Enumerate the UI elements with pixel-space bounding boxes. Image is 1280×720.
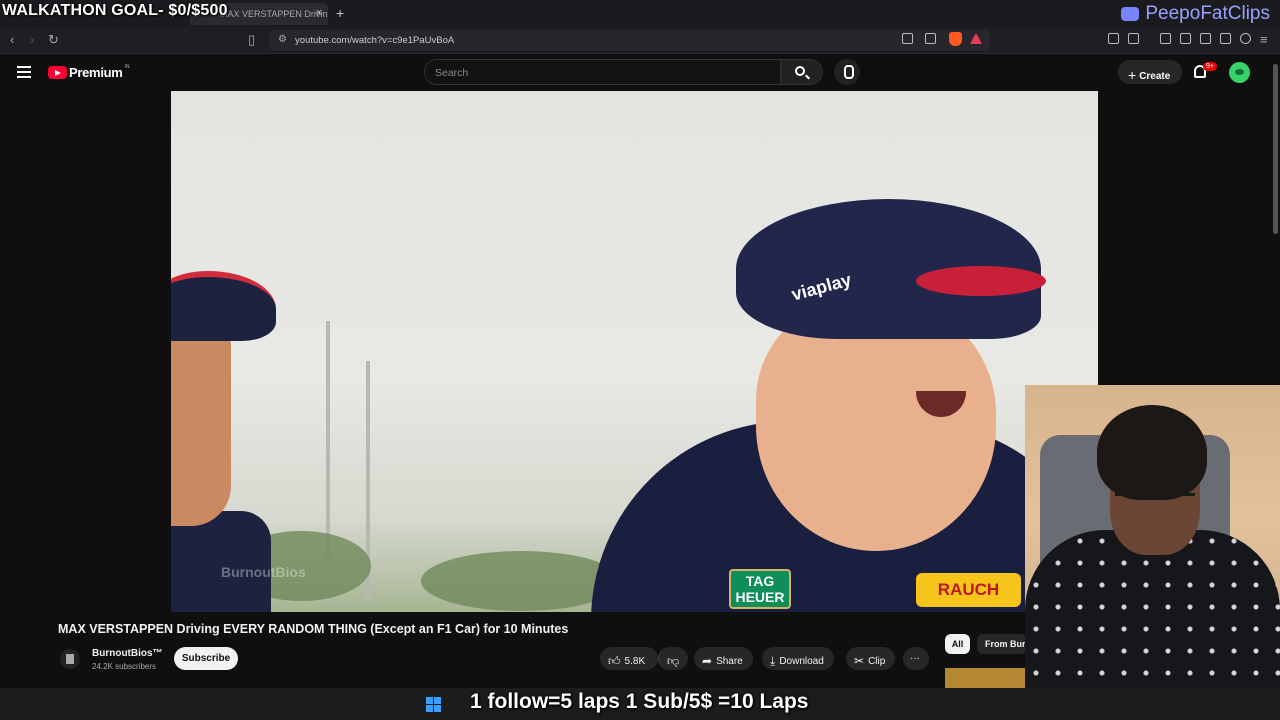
share-icon: ➦: [702, 654, 713, 668]
red-bull-logo: [841, 531, 896, 551]
extensions-icon[interactable]: [1108, 33, 1119, 44]
chip-from-channel[interactable]: From Burn: [977, 634, 1027, 654]
video-title: MAX VERSTAPPEN Driving EVERY RANDOM THIN…: [58, 622, 569, 636]
download-icon: ⤓: [770, 654, 776, 668]
channel-avatar[interactable]: [60, 649, 80, 669]
page-scrollbar[interactable]: [1271, 54, 1280, 234]
brave-shields-icon[interactable]: [949, 32, 962, 46]
dislike-button[interactable]: 👎︎: [658, 647, 688, 670]
notification-badge: 9+: [1203, 62, 1217, 71]
url-text: youtube.com/watch?v=c9e1PaUvBoA: [295, 35, 455, 46]
youtube-premium-logo[interactable]: Premium IN: [48, 63, 130, 80]
stream-goal-overlay: WALKATHON GOAL- $0/$500: [2, 2, 228, 19]
new-tab-icon[interactable]: +: [336, 5, 344, 21]
windows-start-icon[interactable]: [426, 697, 441, 712]
person-left-cap: [171, 271, 276, 341]
share-button[interactable]: ➦ Share: [694, 647, 753, 670]
address-bar[interactable]: ⚙ youtube.com/watch?v=c9e1PaUvBoA: [270, 30, 990, 51]
clip-button[interactable]: ✂ Clip: [846, 647, 896, 670]
more-actions-button[interactable]: ···: [903, 647, 929, 670]
vpn-icon[interactable]: [1240, 33, 1251, 44]
youtube-header: Premium IN Search + Create 9+: [0, 54, 1280, 91]
channel-name[interactable]: BurnoutBios™: [92, 648, 163, 659]
brave-rewards-icon[interactable]: [970, 33, 982, 44]
webcam-glasses: [1115, 493, 1195, 511]
browser-menu-icon[interactable]: ≡: [1260, 32, 1268, 47]
create-label: Create: [1139, 71, 1171, 82]
discord-overlay: PeepoFatClips: [1121, 3, 1270, 25]
leo-icon[interactable]: [1220, 33, 1231, 44]
account-avatar[interactable]: [1229, 62, 1250, 83]
voice-search-icon[interactable]: [834, 59, 860, 85]
site-info-icon[interactable]: ⚙: [278, 34, 287, 45]
bookmark-icon[interactable]: ▯: [248, 32, 255, 48]
youtube-play-icon: [48, 66, 67, 79]
browser-toolbar: ‹ › ↻ ▯ ⚙ youtube.com/watch?v=c9e1PaUvBo…: [0, 27, 1280, 54]
wallet-icon[interactable]: [1200, 33, 1211, 44]
cap-brim: [916, 266, 1046, 296]
hamburger-menu-icon[interactable]: [17, 66, 31, 78]
cast-icon[interactable]: [902, 33, 913, 44]
back-icon[interactable]: ‹: [10, 32, 14, 47]
webcam-hair: [1097, 405, 1207, 500]
reload-icon[interactable]: ↻: [48, 32, 59, 48]
person-left-body: [171, 511, 271, 612]
sidebar-icon[interactable]: [1180, 33, 1191, 44]
logo-text: Premium: [69, 65, 123, 80]
logo-region: IN: [124, 63, 130, 70]
search-button[interactable]: [781, 59, 823, 85]
forward-icon[interactable]: ›: [30, 32, 34, 47]
video-watermark: BurnoutBios: [221, 564, 306, 580]
sponsor-rauch: RAUCH: [916, 573, 1021, 607]
extension-2-icon[interactable]: [1128, 33, 1139, 44]
thumbs-up-icon: 👍︎: [608, 654, 621, 668]
browser-tab-bar: MAX VERSTAPPEN Drivin × + WALKATHON GOAL…: [0, 0, 1280, 27]
share-page-icon[interactable]: [925, 33, 936, 44]
thumbs-down-icon: 👎︎: [667, 654, 680, 668]
download-button[interactable]: ⤓ Download: [762, 647, 834, 670]
download-label: Download: [779, 656, 824, 667]
related-video-thumbnail[interactable]: [945, 668, 1025, 688]
subscribe-button[interactable]: Subscribe: [174, 647, 238, 670]
subscriber-count: 24.2K subscribers: [92, 662, 157, 671]
plus-icon: +: [1128, 67, 1137, 83]
media-icon[interactable]: [1160, 33, 1171, 44]
discord-icon: [1121, 7, 1140, 21]
tab-title: MAX VERSTAPPEN Drivin: [220, 9, 328, 19]
tab-close-icon[interactable]: ×: [316, 7, 322, 19]
discord-name: PeepoFatClips: [1145, 3, 1270, 24]
share-label: Share: [716, 656, 743, 667]
like-count: 5.8K: [624, 656, 646, 667]
search-icon: [795, 66, 805, 76]
sponsor-tag-heuer: TAG HEUER: [729, 569, 791, 609]
scissors-icon: ✂: [854, 654, 865, 668]
video-player[interactable]: viaplay TAG HEUER RAUCH BurnoutBios: [171, 91, 1098, 612]
laps-overlay: 1 follow=5 laps 1 Sub/5$ =10 Laps: [470, 690, 809, 713]
create-button[interactable]: + Create: [1118, 60, 1182, 84]
chip-all[interactable]: All: [945, 634, 970, 654]
streamer-webcam: [1025, 385, 1280, 720]
clip-label: Clip: [868, 656, 886, 667]
search-input[interactable]: Search: [424, 59, 781, 85]
like-button[interactable]: 👍︎ 5.8K: [600, 647, 658, 670]
